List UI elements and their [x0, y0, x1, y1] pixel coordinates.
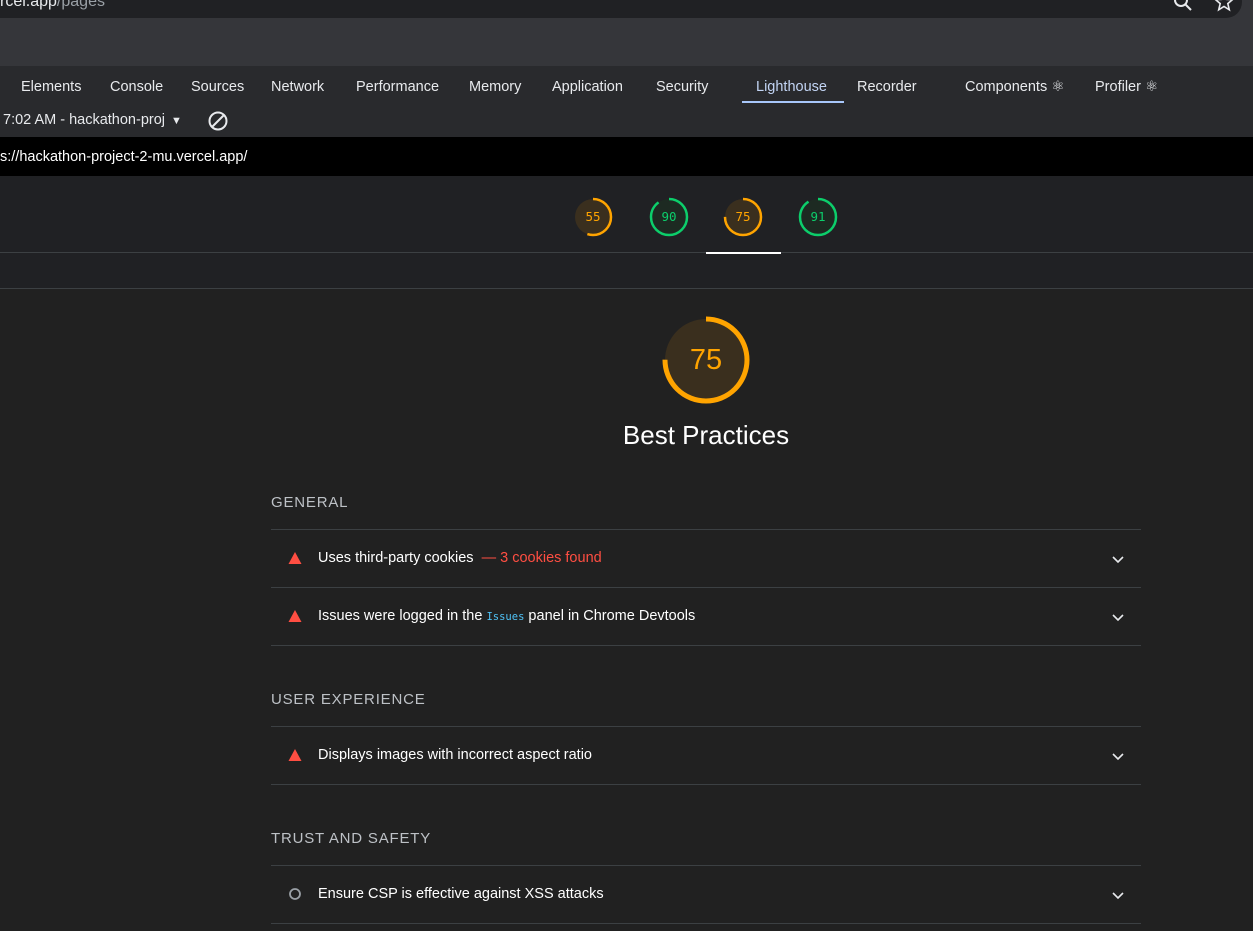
star-icon[interactable] [1214, 0, 1234, 12]
divider [271, 784, 1141, 785]
category-title: Best Practices [622, 420, 790, 450]
address-bar-url[interactable]: rcel.app/pages [0, 0, 105, 11]
dropdown-arrow-icon: ▼ [171, 115, 182, 127]
tab-console[interactable]: Console [110, 79, 163, 95]
chevron-down-icon[interactable] [1111, 749, 1125, 763]
audit-display-value: — 3 cookies found [481, 550, 602, 566]
chevron-down-icon[interactable] [1111, 610, 1125, 624]
gauge-seo[interactable]: 91 [797, 196, 839, 238]
chevron-down-icon[interactable] [1111, 552, 1125, 566]
informative-circle-icon [289, 888, 301, 900]
audit-title: Issues were logged in the Issues panel i… [318, 608, 695, 624]
fail-triangle-icon [288, 552, 302, 564]
report-url-bar: s://hackathon-project-2-mu.vercel.app/ [0, 137, 1253, 176]
category-score: 75 [689, 344, 723, 376]
clear-icon[interactable] [208, 111, 228, 131]
tab-application[interactable]: Application [552, 79, 623, 95]
tab-lighthouse[interactable]: Lighthouse [756, 79, 827, 95]
audit-title-suffix: panel in Chrome Devtools [524, 608, 696, 624]
report-select[interactable]: 7:02 AM - hackathon-proj ▼ [3, 112, 182, 128]
audit-third-party-cookies[interactable]: Uses third-party cookies — 3 cookies fou… [271, 529, 1141, 587]
audit-title: Uses third-party cookies — 3 cookies fou… [318, 550, 602, 566]
tab-memory[interactable]: Memory [469, 79, 521, 95]
browser-toolbar: rcel.app/pages [0, 0, 1253, 66]
tab-elements[interactable]: Elements [21, 79, 81, 95]
gauge-best-practices[interactable]: 75 [722, 196, 764, 238]
gauge-score: 55 [585, 209, 601, 224]
group-title-general: GENERAL [271, 494, 349, 511]
audit-title-text: Issues were logged in the [318, 608, 487, 624]
tab-recorder[interactable]: Recorder [857, 79, 917, 95]
divider [271, 645, 1141, 646]
score-gauges-row: 55 90 75 91 [0, 177, 1253, 253]
audit-inspector-issues[interactable]: Issues were logged in the Issues panel i… [271, 587, 1141, 645]
tab-components[interactable]: Components ⚛ [965, 79, 1064, 95]
audit-title: Ensure CSP is effective against XSS atta… [318, 886, 604, 902]
fail-triangle-icon [288, 610, 302, 622]
audit-title-text: Uses third-party cookies [318, 550, 474, 566]
lighthouse-toolbar: 7:02 AM - hackathon-proj ▼ [0, 104, 1253, 138]
audit-csp-xss[interactable]: Ensure CSP is effective against XSS atta… [271, 865, 1141, 923]
tab-profiler[interactable]: Profiler ⚛ [1095, 79, 1158, 95]
search-icon[interactable] [1173, 0, 1193, 12]
tab-performance[interactable]: Performance [356, 79, 439, 95]
active-tab-indicator [742, 101, 844, 103]
chevron-down-icon[interactable] [1111, 888, 1125, 902]
gauge-accessibility[interactable]: 90 [648, 196, 690, 238]
gauge-score: 75 [735, 209, 751, 224]
report-select-label: 7:02 AM - hackathon-proj [3, 112, 166, 128]
devtools-tab-strip: Elements Console Sources Network Perform… [0, 66, 1253, 105]
audit-image-aspect-ratio[interactable]: Displays images with incorrect aspect ra… [271, 726, 1141, 784]
gauge-score: 91 [810, 209, 826, 224]
address-bar[interactable] [0, 0, 1242, 18]
group-title-user-experience: USER EXPERIENCE [271, 691, 426, 708]
tab-sources[interactable]: Sources [191, 79, 244, 95]
url-host: rcel.app [0, 0, 57, 10]
url-path: /pages [56, 0, 105, 10]
category-section: 75 Best Practices GENERAL Uses third-par… [0, 289, 1253, 931]
audit-code: Issues [486, 611, 525, 623]
tab-network[interactable]: Network [271, 79, 324, 95]
report-subheader [0, 253, 1253, 289]
gauge-performance[interactable]: 55 [572, 196, 614, 238]
audit-title: Displays images with incorrect aspect ra… [318, 747, 592, 763]
tab-security[interactable]: Security [656, 79, 708, 95]
divider [271, 923, 1141, 924]
report-url[interactable]: s://hackathon-project-2-mu.vercel.app/ [0, 149, 247, 165]
fail-triangle-icon [288, 749, 302, 761]
group-title-trust-and-safety: TRUST AND SAFETY [271, 830, 432, 847]
gauge-score: 90 [661, 209, 677, 224]
